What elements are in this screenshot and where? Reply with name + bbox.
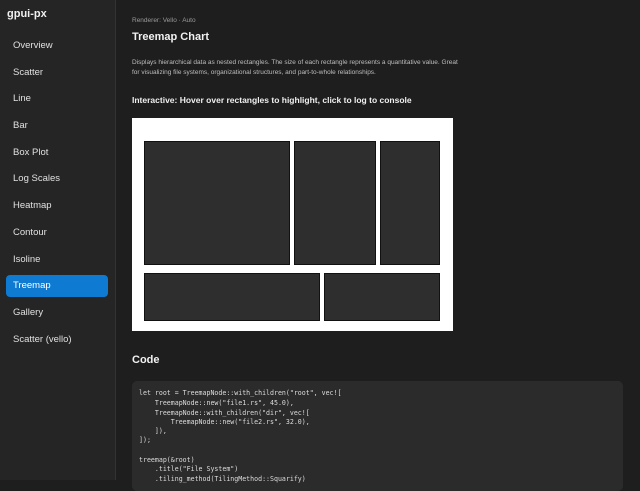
code-line: treemap(&root) <box>139 456 195 464</box>
sidebar-item-scatter-vello[interactable]: Scatter (vello) <box>6 329 108 351</box>
sidebar-nav: Overview Scatter Line Bar Box Plot Log S… <box>6 35 108 355</box>
sidebar-item-heatmap[interactable]: Heatmap <box>6 195 108 217</box>
treemap-tile-3[interactable] <box>380 141 440 265</box>
treemap-tile-4[interactable] <box>144 273 320 321</box>
treemap-svg <box>144 141 440 321</box>
code-line: ]); <box>139 436 151 444</box>
sidebar-item-line[interactable]: Line <box>6 88 108 110</box>
sidebar-item-box-plot[interactable]: Box Plot <box>6 142 108 164</box>
treemap-tile-1[interactable] <box>144 141 290 265</box>
sidebar-item-bar[interactable]: Bar <box>6 115 108 137</box>
sidebar-item-overview[interactable]: Overview <box>6 35 108 57</box>
code-block: let root = TreemapNode::with_children("r… <box>132 381 623 491</box>
interactive-hint: Interactive: Hover over rectangles to hi… <box>132 95 412 105</box>
sidebar: gpui-px Overview Scatter Line Bar Box Pl… <box>0 0 116 480</box>
main-content: Renderer: Vello · Auto Treemap Chart Dis… <box>116 0 640 491</box>
code-line: TreemapNode::with_children("dir", vec![ <box>139 409 310 417</box>
app-title: gpui-px <box>7 8 47 20</box>
treemap-tile-2[interactable] <box>294 141 376 265</box>
sidebar-item-scatter[interactable]: Scatter <box>6 62 108 84</box>
code-heading: Code <box>132 354 160 366</box>
page-description: Displays hierarchical data as nested rec… <box>132 59 458 76</box>
code-line: TreemapNode::new("file2.rs", 32.0), <box>139 418 310 426</box>
renderer-label: Renderer: Vello · Auto <box>132 17 196 24</box>
sidebar-item-log-scales[interactable]: Log Scales <box>6 168 108 190</box>
code-line: ]), <box>139 427 167 435</box>
treemap-tile-5[interactable] <box>324 273 440 321</box>
sidebar-item-contour[interactable]: Contour <box>6 222 108 244</box>
code-line: TreemapNode::new("file1.rs", 45.0), <box>139 399 294 407</box>
code-line: .title("File System") <box>139 465 239 473</box>
sidebar-item-gallery[interactable]: Gallery <box>6 302 108 324</box>
sidebar-item-isoline[interactable]: Isoline <box>6 249 108 271</box>
sidebar-item-treemap[interactable]: Treemap <box>6 275 108 298</box>
treemap-chart <box>132 118 453 331</box>
code-line: let root = TreemapNode::with_children("r… <box>139 389 342 397</box>
page-title: Treemap Chart <box>132 31 210 43</box>
code-line: .tiling_method(TilingMethod::Squarify) <box>139 475 306 483</box>
